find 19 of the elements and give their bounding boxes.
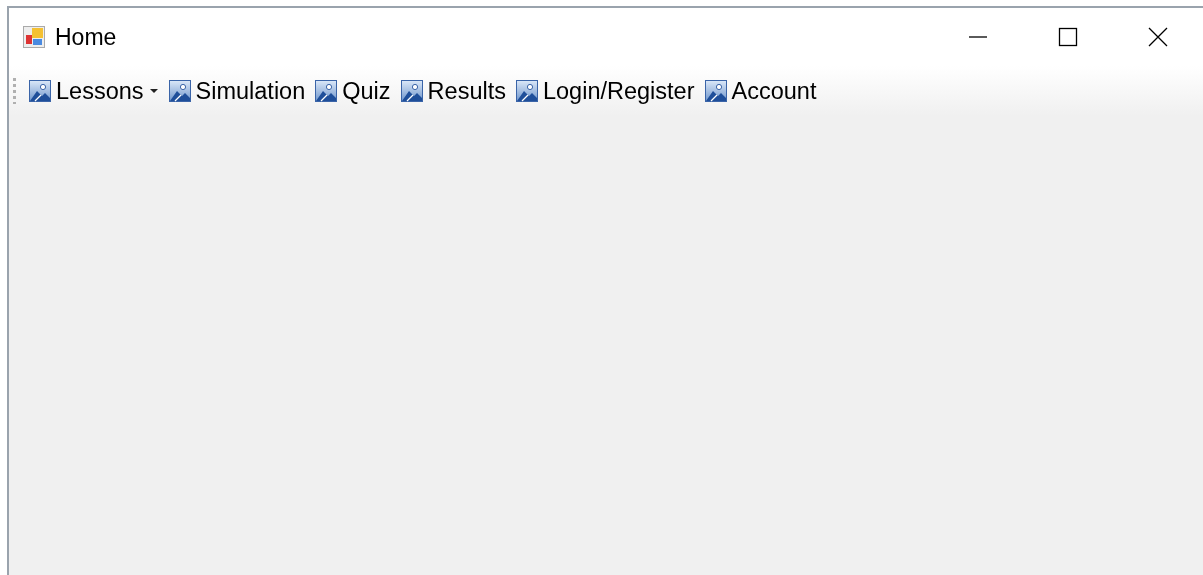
image-icon xyxy=(704,80,727,102)
grip-handle[interactable] xyxy=(13,78,16,104)
maximize-icon xyxy=(1058,27,1078,47)
toolbar-button[interactable]: Simulation xyxy=(163,75,311,107)
image-icon xyxy=(400,80,423,102)
toolbar-button[interactable]: Login/Register xyxy=(510,75,700,107)
app-icon xyxy=(23,26,45,48)
toolbar-button[interactable]: Quiz xyxy=(310,75,396,107)
toolbar-button[interactable]: Account xyxy=(699,75,822,107)
minimize-icon xyxy=(968,36,988,38)
toolbar-button[interactable]: Results xyxy=(395,75,511,107)
image-icon xyxy=(515,80,538,102)
image-icon xyxy=(29,80,51,102)
dropdown-menu-button[interactable]: Lessons xyxy=(24,75,164,107)
image-icon xyxy=(315,80,338,102)
caret-icon xyxy=(148,88,159,94)
window-title: Home xyxy=(55,23,118,51)
close-icon xyxy=(1148,27,1168,47)
image-icon xyxy=(168,80,191,102)
